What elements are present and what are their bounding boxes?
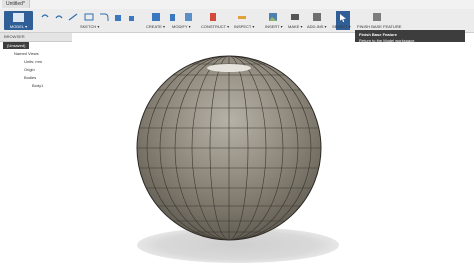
sketch-line-icon[interactable] [68, 12, 78, 22]
document-tab[interactable]: Untitled* [2, 0, 30, 8]
browser-item-document[interactable]: (Unsaved) [3, 42, 30, 49]
browser-item-body1[interactable]: Body1 [32, 82, 43, 89]
inspect-group-label[interactable]: INSPECT ▾ [234, 24, 254, 29]
inspect-measure-icon[interactable] [237, 12, 247, 22]
make-3dprint-icon[interactable] [290, 12, 300, 22]
add-ins-group-label[interactable]: ADD-INS ▾ [307, 24, 327, 29]
insert-group-label[interactable]: INSERT ▾ [265, 24, 283, 29]
modify-move-icon[interactable] [184, 12, 194, 22]
construct-group-label[interactable]: CONSTRUCT ▾ [201, 24, 229, 29]
sphere-mesh [136, 55, 322, 241]
modify-group-label[interactable]: MODIFY ▾ [172, 24, 191, 29]
construct-plane-icon[interactable] [208, 12, 218, 22]
browser-panel-header: BROWSER [0, 33, 72, 42]
browser-title: BROWSER [4, 34, 25, 39]
undo-icon[interactable] [40, 12, 50, 22]
3d-viewport[interactable] [0, 42, 474, 271]
extrude-icon[interactable] [114, 12, 124, 22]
browser-item-origin[interactable]: Origin [24, 66, 35, 73]
sphere-top-highlight [207, 64, 251, 72]
fillet-icon[interactable] [99, 12, 109, 22]
finish-base-feature-icon[interactable] [372, 12, 382, 22]
finish-base-feature-label[interactable]: FINISH BASE FEATURE [357, 24, 401, 29]
pointer-arrow-icon [340, 14, 346, 22]
browser-item-bodies[interactable]: Bodies [24, 74, 36, 81]
modify-icon[interactable] [170, 12, 180, 22]
add-ins-icon[interactable] [312, 12, 322, 22]
sketch-group-label[interactable]: SKETCH ▾ [80, 24, 99, 29]
create-group-label[interactable]: CREATE ▾ [146, 24, 165, 29]
browser-item-named-views[interactable]: Named Views [14, 50, 39, 57]
insert-image-icon[interactable] [268, 12, 278, 22]
revolve-icon[interactable] [128, 12, 138, 22]
select-group-label[interactable]: SELECT ▾ [332, 24, 351, 29]
browser-item-units[interactable]: Units: mm [24, 58, 42, 65]
make-group-label[interactable]: MAKE ▾ [288, 24, 302, 29]
create-form-icon[interactable] [151, 12, 161, 22]
rectangle-icon[interactable] [84, 12, 94, 22]
workspace-switcher[interactable]: MODEL ▾ [4, 11, 33, 30]
redo-icon[interactable] [54, 12, 64, 22]
model-workspace-icon [13, 13, 24, 22]
workspace-label: MODEL ▾ [9, 24, 28, 29]
